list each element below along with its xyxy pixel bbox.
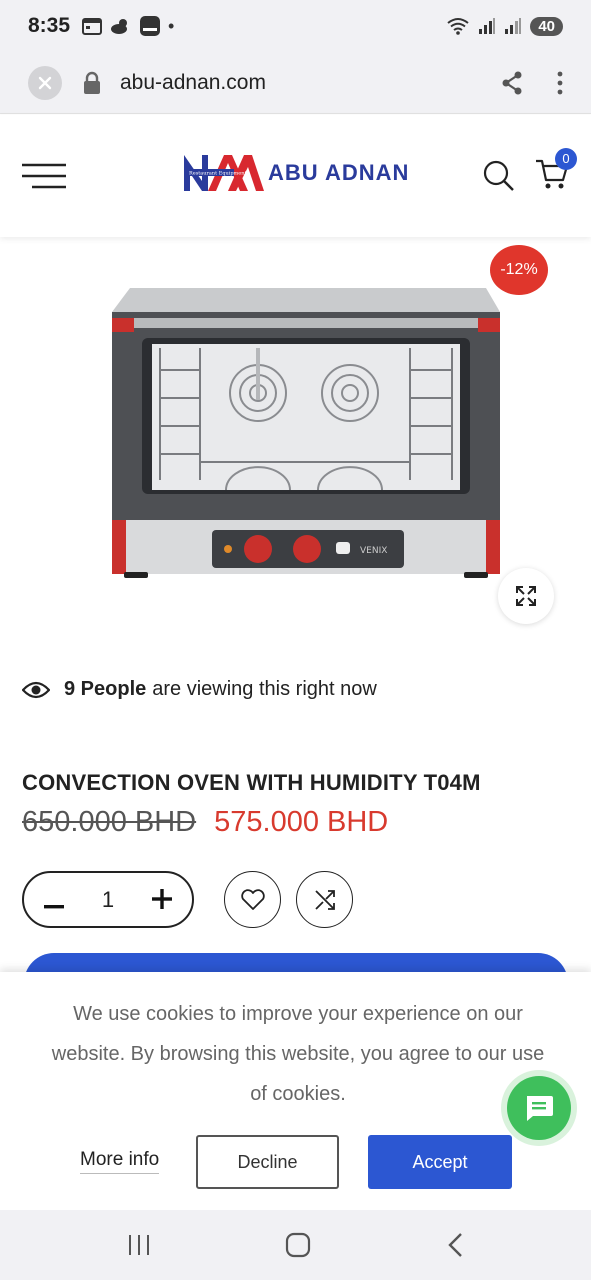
sale-price: 575.000 BHD — [214, 806, 389, 838]
overflow-menu-icon[interactable] — [557, 71, 563, 95]
calendar-icon — [82, 18, 103, 35]
viewing-notice: 9 People are viewing this right now — [22, 678, 377, 701]
increase-quantity-button[interactable] — [152, 886, 172, 914]
site-header: Restaurant Equipment ABU ADNAN 0 — [0, 115, 591, 237]
quantity-stepper: 1 — [22, 871, 194, 928]
quantity-value[interactable]: 1 — [102, 887, 114, 913]
cookie-message: We use cookies to improve your experienc… — [51, 1003, 545, 1105]
chat-icon — [527, 1096, 553, 1121]
battery-indicator: 40 — [530, 16, 563, 36]
decrease-quantity-button[interactable] — [44, 886, 64, 914]
app-notification-icon — [140, 16, 161, 36]
weather-icon — [111, 19, 128, 34]
wishlist-button[interactable] — [224, 871, 281, 928]
shuffle-icon — [314, 889, 335, 910]
signal-icon — [479, 18, 496, 34]
status-icons: • — [82, 16, 174, 37]
logo-text: ABU ADNAN — [268, 160, 410, 185]
discount-badge: -12% — [490, 245, 548, 295]
zoom-image-button[interactable] — [498, 568, 554, 624]
abu-adnan-logo-mark: Restaurant Equipment — [184, 155, 264, 191]
minus-icon — [44, 904, 64, 908]
more-notifications-dot: • — [168, 15, 175, 36]
eye-icon — [22, 681, 50, 698]
home-icon[interactable] — [285, 1232, 311, 1258]
cart-count-badge: 0 — [555, 147, 577, 170]
plus-icon — [152, 888, 172, 909]
old-price: 650.000 BHD — [22, 806, 197, 838]
cookie-more-info-link[interactable]: More info — [80, 1149, 160, 1174]
status-time: 8:35 — [28, 14, 71, 37]
browser-url-bar: abu-adnan.com — [0, 52, 591, 114]
browser-actions — [501, 71, 563, 95]
logo-subtext: Restaurant Equipment — [189, 171, 247, 177]
url-text[interactable]: abu-adnan.com — [120, 71, 266, 95]
lock-icon[interactable] — [82, 71, 102, 95]
cart-button[interactable]: 0 — [535, 147, 577, 195]
status-bar: 8:35 • 40 — [0, 0, 591, 52]
viewing-count: 9 People — [64, 678, 147, 700]
product-title: CONVECTION OVEN WITH HUMIDITY T04M — [22, 770, 481, 795]
share-icon[interactable] — [501, 71, 523, 95]
system-nav-bar — [0, 1210, 591, 1280]
recent-apps-icon[interactable] — [127, 1234, 151, 1256]
wifi-icon — [447, 18, 469, 35]
viewing-text: are viewing this right now — [152, 678, 377, 700]
chat-widget-button[interactable] — [501, 1070, 577, 1146]
back-icon[interactable] — [446, 1232, 464, 1258]
search-icon[interactable] — [483, 160, 515, 192]
close-icon — [38, 76, 52, 89]
hamburger-menu-icon[interactable] — [22, 163, 66, 189]
close-tab-button[interactable] — [28, 65, 62, 100]
signal-roaming-icon — [505, 18, 522, 34]
status-right: 40 — [446, 16, 563, 36]
cookie-decline-button[interactable]: Decline — [196, 1135, 339, 1189]
header-actions: 0 — [483, 147, 577, 195]
oven-brand-label: VENIX — [360, 546, 387, 556]
product-prices: 650.000 BHD 575.000 BHD — [22, 806, 388, 839]
cookie-accept-button[interactable]: Accept — [368, 1135, 512, 1189]
expand-icon — [516, 586, 536, 606]
site-logo[interactable]: Restaurant Equipment ABU ADNAN — [184, 153, 409, 193]
purchase-controls: 1 — [22, 871, 353, 928]
chat-widget-inner — [507, 1076, 571, 1140]
heart-icon — [240, 888, 265, 910]
compare-button[interactable] — [296, 871, 353, 928]
